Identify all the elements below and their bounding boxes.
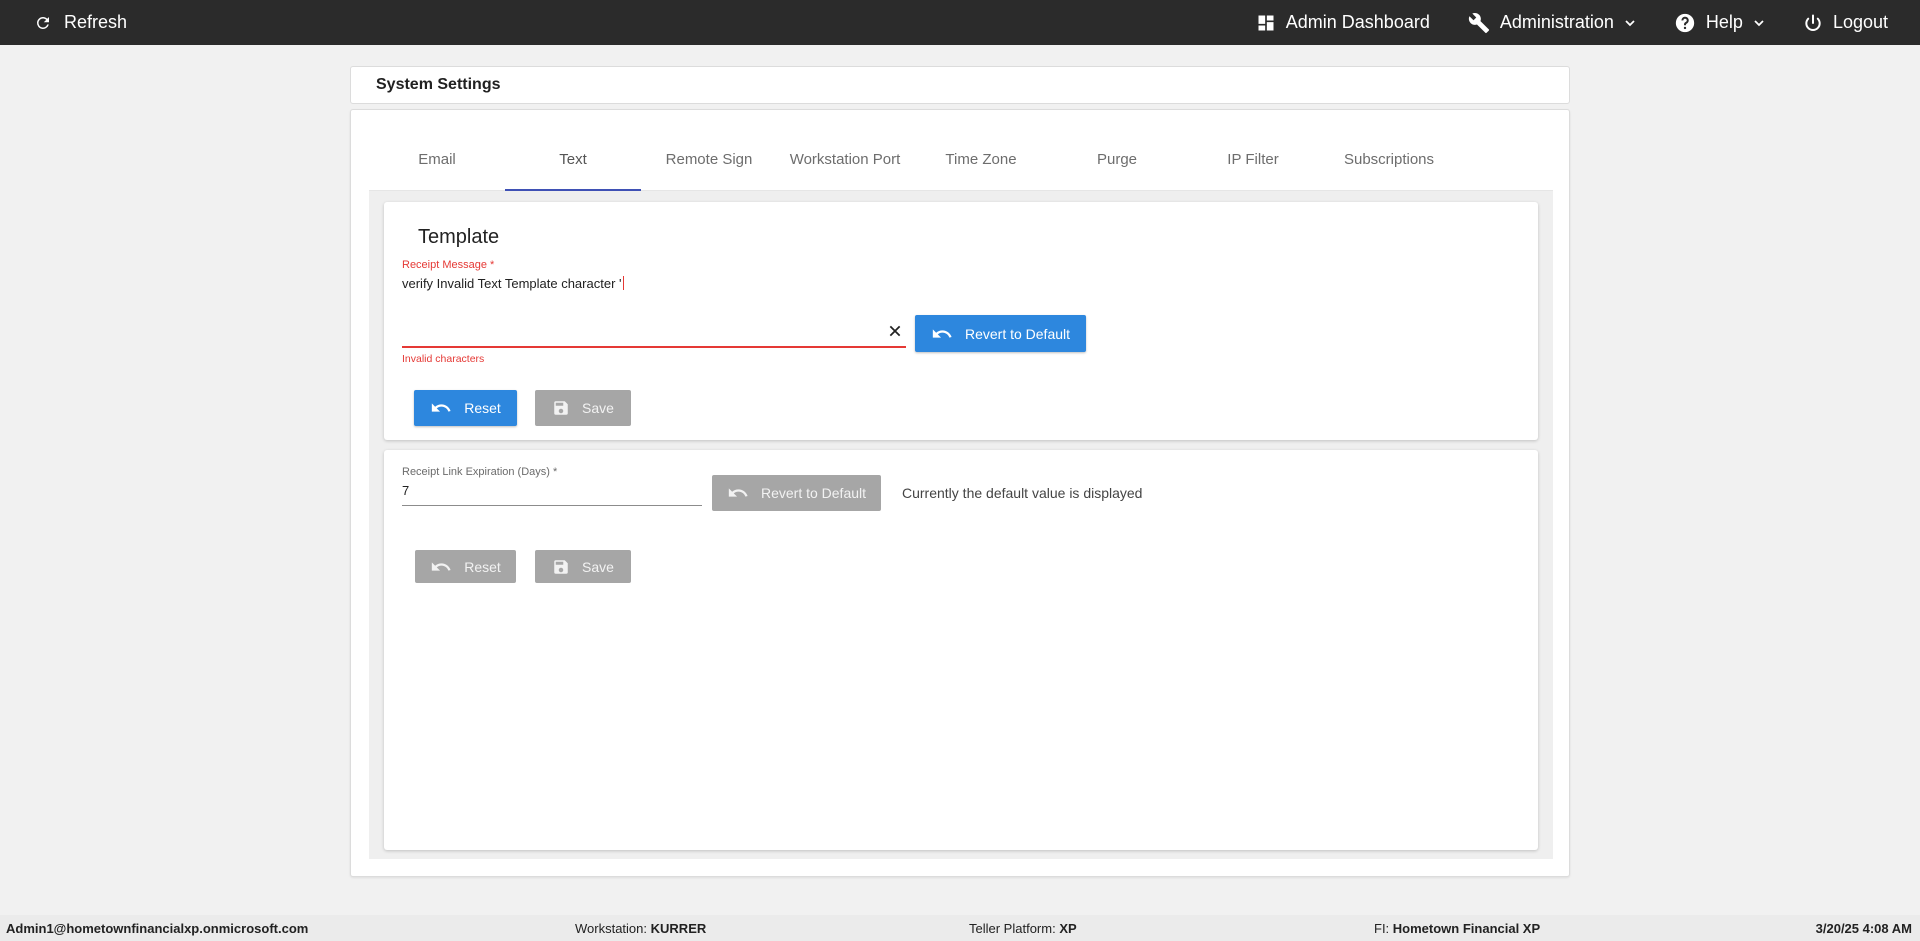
help-label: Help bbox=[1705, 12, 1743, 32]
reset-label: Reset bbox=[464, 558, 501, 575]
expiration-days-label: Receipt Link Expiration (Days) * bbox=[402, 466, 558, 478]
footer-platform-value: XP bbox=[1059, 921, 1077, 936]
tab-workstation-port[interactable]: Workstation Port bbox=[777, 128, 913, 190]
reset-label: Reset bbox=[464, 400, 501, 416]
reset-button[interactable]: Reset bbox=[414, 390, 517, 426]
footer-fi-value: Hometown Financial XP bbox=[1392, 921, 1541, 936]
save-icon bbox=[552, 399, 570, 417]
save-icon bbox=[552, 558, 570, 576]
undo-icon bbox=[430, 559, 452, 575]
default-value-info: Currently the default value is displayed bbox=[902, 485, 1143, 501]
dashboard-icon bbox=[1256, 13, 1276, 33]
tab-ip-filter[interactable]: IP Filter bbox=[1185, 128, 1321, 190]
undo-icon bbox=[727, 485, 749, 501]
refresh-icon bbox=[34, 14, 52, 32]
footer-fi: FI: Hometown Financial XP bbox=[1374, 921, 1540, 936]
footer-workstation: Workstation: KURRER bbox=[575, 921, 706, 936]
text-tab-content: Template Receipt Message * verify Invali… bbox=[369, 191, 1553, 859]
page-title: System Settings bbox=[376, 76, 501, 93]
refresh-label: Refresh bbox=[64, 12, 128, 32]
reset-button[interactable]: Reset bbox=[415, 550, 516, 583]
expiration-days-input[interactable]: 7 bbox=[402, 483, 409, 498]
tab-subscriptions[interactable]: Subscriptions bbox=[1321, 128, 1457, 190]
tab-purge[interactable]: Purge bbox=[1049, 128, 1185, 190]
footer-user: Admin1@hometownfinancialxp.onmicrosoft.c… bbox=[6, 921, 308, 936]
receipt-link-expiration-card: Receipt Link Expiration (Days) * 7 Rever… bbox=[384, 450, 1538, 850]
admin-dashboard-link[interactable]: Admin Dashboard bbox=[1256, 12, 1430, 33]
save-button[interactable]: Save bbox=[535, 390, 631, 426]
logout-label: Logout bbox=[1832, 12, 1888, 32]
status-footer: Admin1@hometownfinancialxp.onmicrosoft.c… bbox=[0, 915, 1920, 941]
template-card: Template Receipt Message * verify Invali… bbox=[384, 202, 1538, 440]
clear-icon[interactable] bbox=[888, 324, 902, 343]
expiration-days-underline bbox=[402, 505, 702, 506]
top-nav: Admin Dashboard Administration Help Logo… bbox=[1256, 0, 1920, 45]
help-menu[interactable]: Help bbox=[1674, 12, 1765, 34]
footer-platform: Teller Platform: XP bbox=[969, 921, 1077, 936]
revert-to-default-button[interactable]: Revert to Default bbox=[712, 475, 881, 511]
chevron-down-icon bbox=[1753, 17, 1765, 29]
tab-text[interactable]: Text bbox=[505, 128, 641, 191]
save-label: Save bbox=[582, 400, 614, 416]
tab-remote-sign[interactable]: Remote Sign bbox=[641, 128, 777, 190]
footer-datetime: 3/20/25 4:08 AM bbox=[1816, 921, 1912, 936]
save-label: Save bbox=[582, 558, 614, 575]
footer-user-value: Admin1@hometownfinancialxp.onmicrosoft.c… bbox=[6, 921, 309, 936]
text-cursor bbox=[622, 276, 624, 290]
footer-fi-label: FI: bbox=[1374, 921, 1390, 936]
template-title: Template bbox=[418, 226, 500, 248]
revert-to-default-button[interactable]: Revert to Default bbox=[915, 315, 1086, 352]
refresh-button[interactable]: Refresh bbox=[34, 0, 127, 45]
logout-button[interactable]: Logout bbox=[1803, 12, 1888, 33]
footer-workstation-label: Workstation: bbox=[575, 921, 648, 936]
receipt-message-error: Invalid characters bbox=[402, 353, 485, 365]
admin-dashboard-label: Admin Dashboard bbox=[1285, 12, 1430, 32]
receipt-message-text: verify Invalid Text Template character ' bbox=[402, 276, 622, 291]
receipt-message-input[interactable]: verify Invalid Text Template character ' bbox=[402, 276, 624, 291]
top-bar: Refresh Admin Dashboard Administration H… bbox=[0, 0, 1920, 45]
revert-to-default-label: Revert to Default bbox=[964, 325, 1071, 342]
page-title-card: System Settings bbox=[350, 66, 1570, 104]
tab-email[interactable]: Email bbox=[369, 128, 505, 190]
footer-workstation-value: KURRER bbox=[650, 921, 707, 936]
undo-icon bbox=[430, 400, 452, 416]
revert-to-default-label: Revert to Default bbox=[760, 485, 867, 501]
receipt-message-label: Receipt Message * bbox=[402, 259, 495, 271]
receipt-message-underline bbox=[402, 346, 906, 348]
power-icon bbox=[1803, 13, 1823, 33]
chevron-down-icon bbox=[1624, 17, 1636, 29]
save-button[interactable]: Save bbox=[535, 550, 631, 583]
settings-panel: Email Text Remote Sign Workstation Port … bbox=[350, 109, 1570, 877]
footer-datetime-value: 3/20/25 4:08 AM bbox=[1815, 921, 1912, 936]
footer-platform-label: Teller Platform: bbox=[969, 921, 1056, 936]
help-circle-icon bbox=[1674, 12, 1696, 34]
administration-label: Administration bbox=[1499, 12, 1614, 32]
wrench-icon bbox=[1468, 12, 1490, 34]
administration-menu[interactable]: Administration bbox=[1468, 12, 1636, 34]
undo-icon bbox=[931, 326, 953, 342]
settings-tabs: Email Text Remote Sign Workstation Port … bbox=[369, 128, 1553, 191]
tab-time-zone[interactable]: Time Zone bbox=[913, 128, 1049, 190]
